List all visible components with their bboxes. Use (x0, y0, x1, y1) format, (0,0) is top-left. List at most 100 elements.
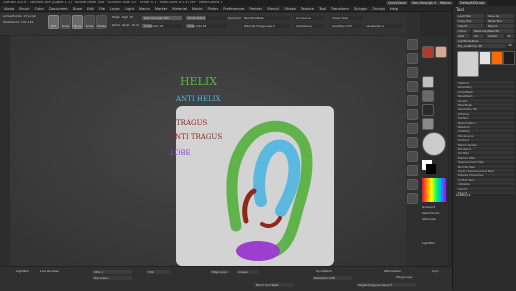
dynamesh-button[interactable]: DynaMesh (316, 270, 332, 273)
menu-movie[interactable]: Movie (192, 6, 203, 11)
gradient-toggle[interactable]: Gradient (422, 206, 435, 209)
tool-section-import[interactable]: Import (456, 185, 514, 191)
lazy-step-slider[interactable]: LazyStep 0.05 (330, 24, 362, 28)
material-swatch-1[interactable] (422, 46, 434, 58)
menu-zscript[interactable]: Zscript (372, 6, 384, 11)
alpha-swatch[interactable] (422, 104, 434, 116)
smt-toggle[interactable]: Smt (146, 270, 170, 274)
solo-button[interactable] (407, 193, 418, 204)
import-button[interactable]: Import (456, 24, 484, 28)
focal-shift-slider[interactable]: Focal Shift 0 (186, 16, 226, 20)
mrgb-button[interactable]: Mrgb (112, 16, 120, 19)
menu-picker[interactable]: Picker (208, 6, 219, 11)
tool-section-nanomesh[interactable]: NanoMesh (456, 93, 514, 98)
menu-zplugin[interactable]: Zplugin (354, 6, 368, 11)
zadd-button[interactable]: Zadd (112, 24, 120, 27)
tool-section-unified-skin[interactable]: Unified Skin (456, 176, 514, 182)
accucurve-button[interactable]: AccuCurve (294, 16, 324, 20)
zoom-button[interactable] (407, 67, 418, 78)
target-polygons-slider[interactable]: Target Polygons Count 5 (356, 283, 416, 287)
tool-section-displacement-map[interactable]: Displacement Map (456, 159, 514, 164)
bpr-button[interactable] (407, 39, 418, 50)
close-holes-button[interactable]: Close Holes (330, 16, 362, 20)
brush-swatch[interactable] (422, 76, 434, 88)
scroll-button[interactable] (407, 53, 418, 64)
menu-brush[interactable]: Brush (19, 6, 29, 11)
tool-thumbnail-ear[interactable] (457, 51, 479, 77)
tool-section-morph-target[interactable]: Morph Target (456, 141, 514, 147)
clone-button[interactable]: Clone (456, 29, 470, 33)
texture-swatch[interactable] (422, 118, 434, 130)
tool-section-texture-map[interactable]: Texture Map (456, 154, 514, 160)
tool-section-subtool[interactable]: Subtool (456, 80, 514, 85)
edge-loop-button[interactable]: Edge Loop (210, 270, 230, 274)
rgb-button[interactable]: Rgb (122, 16, 128, 19)
menu-light[interactable]: Light (125, 6, 134, 11)
draw-button[interactable]: Draw (60, 15, 71, 29)
dynamic-toggle[interactable]: Dynamic (228, 17, 241, 20)
z-intensity-slider[interactable]: Z Intensity 25 (142, 24, 182, 28)
zcut-button[interactable]: Zcut (132, 24, 139, 27)
tool-section-masking[interactable]: Masking (456, 124, 514, 129)
menu-material[interactable]: Material (172, 6, 187, 11)
m-button[interactable]: M (130, 16, 133, 19)
menu-file[interactable]: File (99, 6, 105, 11)
menu-texture[interactable]: Texture (301, 6, 314, 11)
export-button[interactable]: Export (486, 24, 514, 28)
lazy-mouse-button[interactable]: LazyMouse (294, 24, 324, 28)
default-script-button[interactable]: DefaultZScript (458, 1, 487, 5)
rgb-intensity-slider[interactable]: Rgb Intensity 100 (142, 16, 182, 20)
live-boolean-button[interactable]: Live Boolean (40, 270, 59, 273)
current-tool-name[interactable]: Ear_Anatomy: 48 (456, 44, 506, 48)
menu-transform[interactable]: Transform (331, 6, 349, 11)
move-button[interactable]: Move (72, 15, 83, 29)
tool-section-display-properties[interactable]: Display Properties (456, 172, 514, 177)
goz-button[interactable]: GoZ (456, 34, 470, 38)
mask-by-polygroups-slider[interactable]: Mask By Polygroups 0 (242, 24, 290, 28)
transp-button[interactable] (407, 179, 418, 190)
visible-button[interactable]: Visible (486, 34, 504, 38)
zsub-button[interactable]: Zsub (122, 24, 129, 27)
polygroups-button[interactable]: Polygroups (396, 276, 412, 279)
menu-render[interactable]: Render (249, 6, 262, 11)
see-through-slider[interactable]: See-through 0 (410, 1, 439, 5)
persp-button[interactable] (407, 95, 418, 106)
quicksave-button[interactable]: QuickSave (386, 1, 408, 5)
tool-section-layers[interactable]: Layers (456, 97, 514, 103)
copy-tool-button[interactable]: Copy Tool (456, 19, 484, 23)
menu-document[interactable]: Document (49, 6, 68, 11)
lazy-radius-slider[interactable]: LazyRadius 1 (364, 24, 402, 28)
alternate-toggle[interactable]: Alternate (422, 218, 436, 221)
menu-tool[interactable]: Tool (319, 6, 326, 11)
tool-thumbnail-3[interactable] (491, 51, 503, 65)
tool-section-visibility[interactable]: Visibility (456, 128, 514, 133)
tool-thumbnail-2[interactable] (479, 51, 491, 65)
tool-section-geometry[interactable]: Geometry (456, 84, 514, 89)
tool-section-deformation[interactable]: Deformation (456, 119, 514, 125)
edit-button[interactable]: Edit (48, 15, 59, 29)
rotate-nav-button[interactable] (407, 151, 418, 162)
tool-section-initialize[interactable]: Initialize (456, 181, 514, 186)
make-polymesh-button[interactable]: Make PolyMesh3D (472, 29, 514, 33)
sdiv-slider[interactable]: SDiv 1 (92, 270, 132, 274)
zremesher-button[interactable]: ZRemesher (384, 270, 401, 273)
menu-macro[interactable]: Macro (139, 6, 150, 11)
sym-toggle[interactable]: Sym (432, 270, 439, 273)
tool-section-contact[interactable]: Contact (456, 137, 514, 142)
rotate-button[interactable]: Rotate (96, 15, 107, 29)
switch-color-button[interactable]: SwitchColor (422, 212, 440, 215)
frame-button[interactable] (407, 123, 418, 134)
menu-draw[interactable]: Draw (73, 6, 82, 11)
mirror-and-weld-button[interactable]: Mirror And Weld (254, 283, 294, 287)
tool-section-fibermesh[interactable]: FiberMesh (456, 102, 514, 107)
draw-size-slider[interactable]: Draw Size 64 (186, 24, 226, 28)
all-button[interactable]: All (472, 34, 484, 38)
resolution-slider[interactable]: Resolution 128 (312, 276, 352, 280)
menu-alpha[interactable]: Alpha (4, 6, 14, 11)
tool-section-preview[interactable]: Preview (456, 110, 514, 116)
ear-model[interactable] (176, 106, 334, 266)
tool-section-uv-map[interactable]: UV Map (456, 150, 514, 155)
tool-section-polygroups[interactable]: Polygroups (456, 132, 514, 138)
lightbox-shortcut[interactable]: LightBox (422, 242, 435, 245)
menu-marker[interactable]: Marker (155, 6, 167, 11)
